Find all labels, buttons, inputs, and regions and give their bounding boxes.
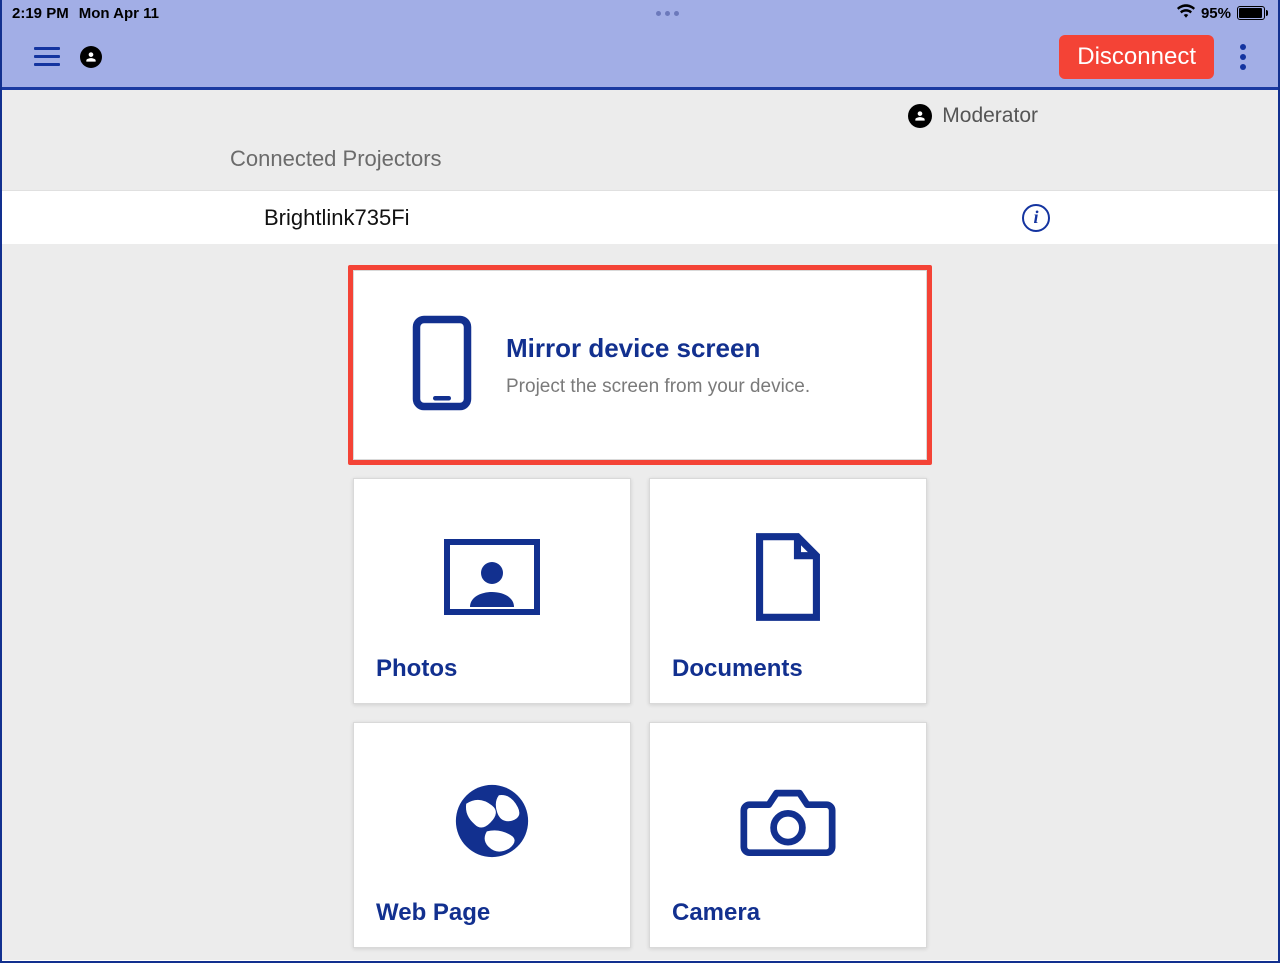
photo-icon (376, 499, 608, 655)
multitask-dots (656, 11, 679, 16)
mirror-subtitle: Project the screen from your device. (506, 376, 810, 398)
disconnect-button[interactable]: Disconnect (1059, 35, 1214, 79)
mirror-screen-card[interactable]: Mirror device screen Project the screen … (353, 270, 927, 460)
wifi-icon (1177, 4, 1195, 22)
battery-pct: 95% (1201, 5, 1231, 22)
moderator-row: Moderator (2, 90, 1278, 142)
photos-label: Photos (376, 655, 608, 683)
info-icon[interactable]: i (1022, 204, 1050, 232)
documents-label: Documents (672, 655, 904, 683)
more-icon[interactable] (1236, 40, 1250, 74)
webpage-label: Web Page (376, 899, 608, 927)
document-icon (672, 499, 904, 655)
moderator-icon (908, 104, 932, 128)
user-badge-icon[interactable] (80, 46, 102, 68)
camera-tile[interactable]: Camera (649, 722, 927, 948)
device-icon (410, 315, 474, 416)
moderator-label: Moderator (942, 104, 1038, 128)
camera-icon (672, 743, 904, 899)
projector-name: Brightlink735Fi (264, 205, 410, 231)
globe-icon (376, 743, 608, 899)
webpage-tile[interactable]: Web Page (353, 722, 631, 948)
battery-icon (1237, 6, 1268, 20)
projector-row[interactable]: Brightlink735Fi i (2, 190, 1278, 244)
status-date: Mon Apr 11 (79, 5, 159, 22)
connected-projectors-title: Connected Projectors (2, 146, 1278, 172)
app-header: Disconnect (2, 26, 1278, 90)
main-content: Moderator Connected Projectors Brightlin… (2, 90, 1278, 960)
mirror-title: Mirror device screen (506, 333, 810, 364)
camera-label: Camera (672, 899, 904, 927)
documents-tile[interactable]: Documents (649, 478, 927, 704)
status-time: 2:19 PM (12, 5, 69, 22)
ios-status-bar: 2:19 PM Mon Apr 11 95% (2, 0, 1278, 26)
menu-icon[interactable] (34, 47, 60, 66)
photos-tile[interactable]: Photos (353, 478, 631, 704)
